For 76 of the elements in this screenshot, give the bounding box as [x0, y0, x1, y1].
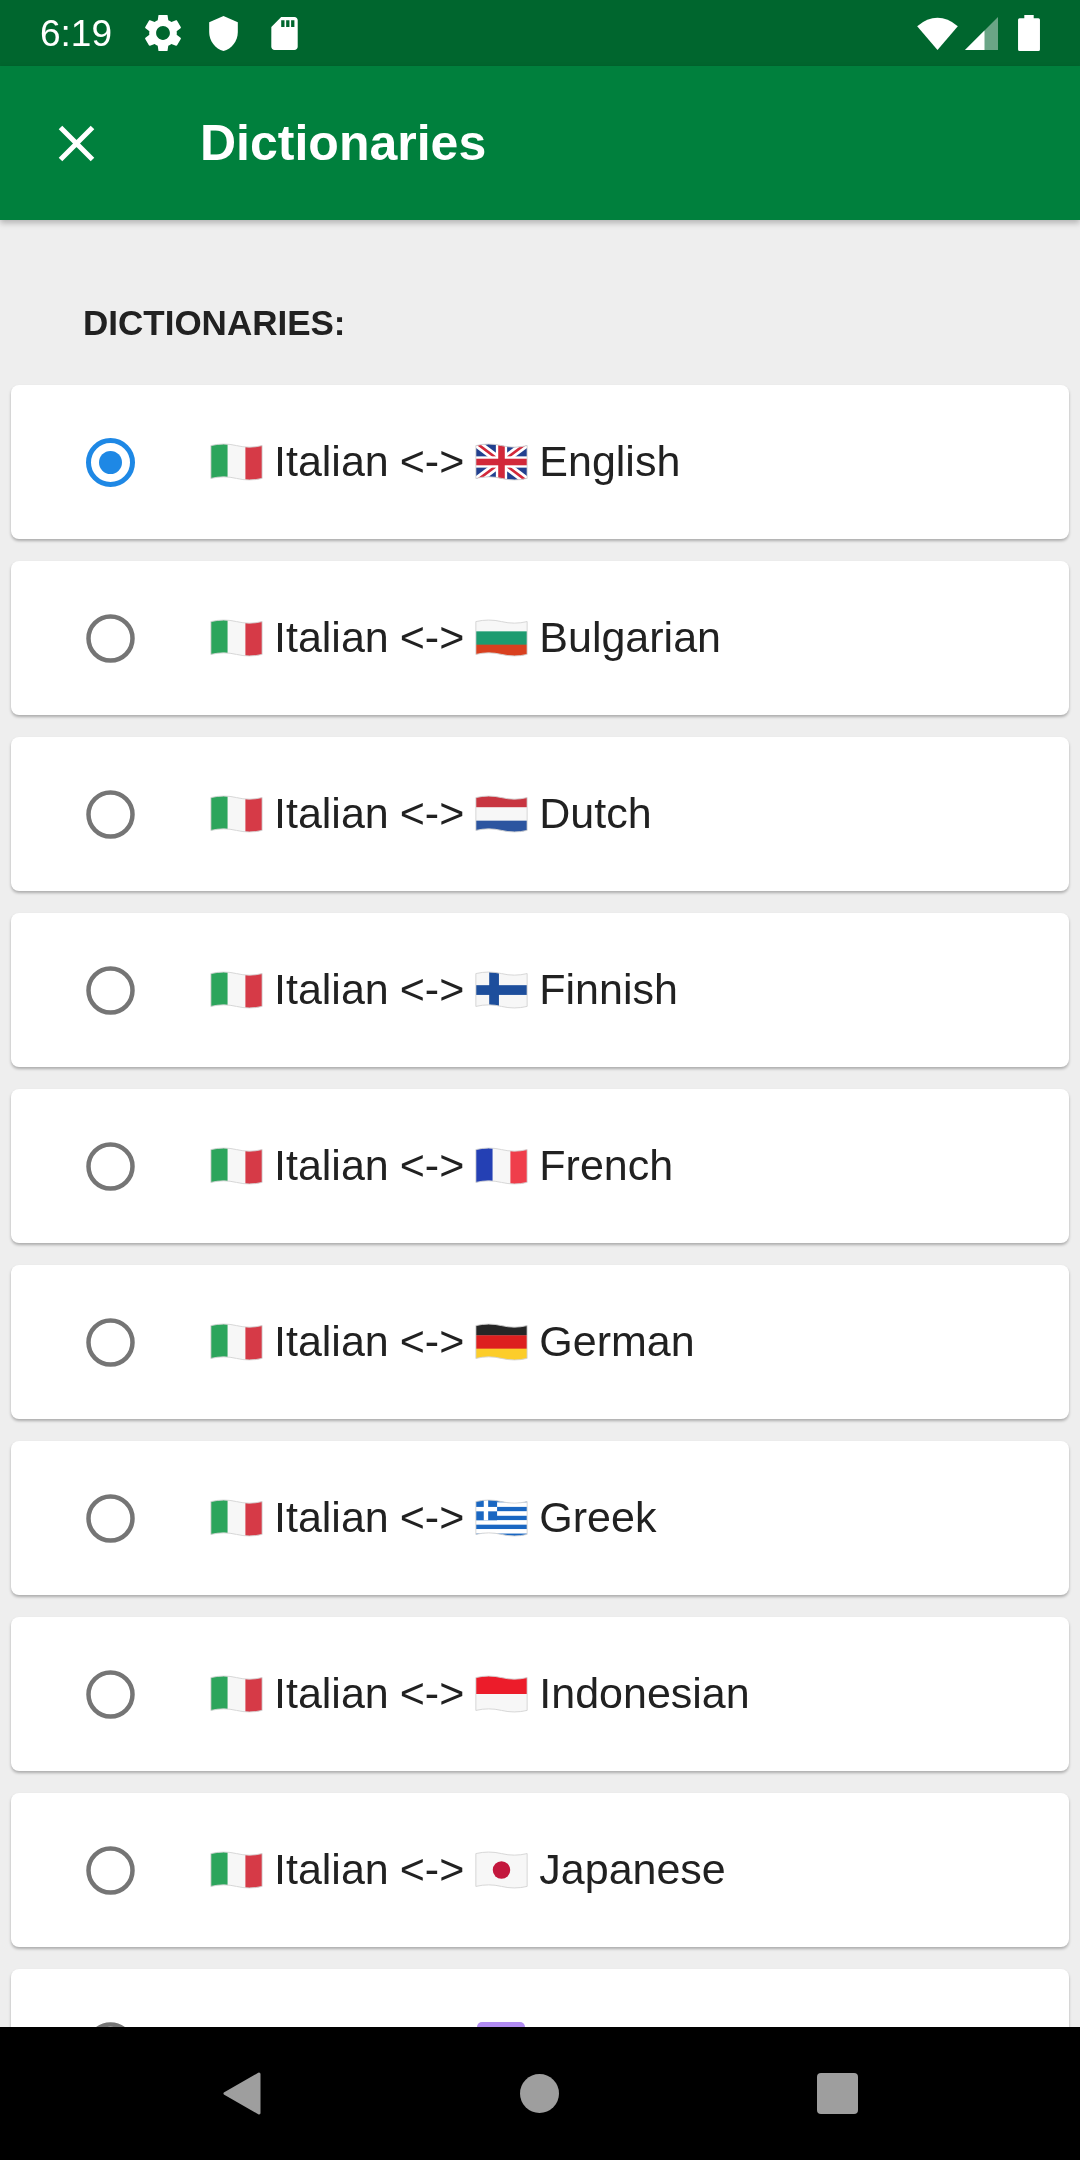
- italy-flag-icon: [210, 970, 263, 1010]
- radio-button[interactable]: [85, 436, 136, 488]
- netherlands-flag-icon: [475, 794, 529, 834]
- germany-flag-icon: [475, 1322, 529, 1362]
- dictionary-list-item[interactable]: Italian <-> Finnish: [11, 913, 1069, 1067]
- target-language-text: Bulgarian: [539, 613, 721, 663]
- italy-flag-icon: [210, 1146, 263, 1186]
- dictionary-list-item[interactable]: Italian <-> Greek: [11, 1441, 1069, 1595]
- arrow-text: <->: [399, 437, 465, 487]
- source-language-text: Italian: [274, 1493, 389, 1543]
- battery-icon: [1018, 15, 1040, 51]
- radio-button[interactable]: [85, 1140, 136, 1192]
- signal-icon: [964, 16, 999, 50]
- arrow-text: <->: [399, 965, 465, 1015]
- arrow-text: <->: [399, 1845, 465, 1895]
- dictionary-list-item[interactable]: Italian <-> Dutch: [11, 737, 1069, 891]
- target-language-text: Japanese: [539, 1845, 726, 1895]
- arrow-text: <->: [399, 613, 465, 663]
- screen-title: Dictionaries: [200, 118, 487, 168]
- finland-flag-icon: [475, 970, 529, 1010]
- italy-flag-icon: [210, 1674, 263, 1714]
- dictionary-list-item[interactable]: Italian <-> Indonesian: [11, 1617, 1069, 1771]
- radio-button[interactable]: [85, 1668, 136, 1720]
- target-language-text: Finnish: [539, 965, 678, 1015]
- radio-button[interactable]: [85, 1316, 136, 1368]
- target-language-text: English: [539, 437, 681, 487]
- indonesia-flag-icon: [475, 1674, 529, 1714]
- italy-flag-icon: [210, 1850, 263, 1890]
- italy-flag-icon: [210, 618, 263, 658]
- settings-icon: [145, 15, 181, 51]
- dictionary-list-item[interactable]: Italian <-> German: [11, 1265, 1069, 1419]
- france-flag-icon: [475, 1146, 529, 1186]
- source-language-text: Italian: [274, 613, 389, 663]
- source-language-text: Italian: [274, 1317, 389, 1367]
- arrow-text: <->: [399, 1493, 465, 1543]
- arrow-text: <->: [399, 1317, 465, 1367]
- source-language-text: Italian: [274, 1845, 389, 1895]
- section-header: DICTIONARIES:: [83, 302, 346, 344]
- radio-button[interactable]: [85, 788, 136, 840]
- wifi-icon: [916, 16, 959, 50]
- japan-flag-icon: [475, 1850, 529, 1890]
- italy-flag-icon: [210, 442, 263, 482]
- source-language-text: Italian: [274, 1669, 389, 1719]
- home-icon[interactable]: [520, 2074, 559, 2113]
- bulgaria-flag-icon: [475, 618, 529, 658]
- arrow-text: <->: [399, 1141, 465, 1191]
- clock-text: 6:19: [40, 14, 112, 52]
- radio-button[interactable]: [85, 964, 136, 1016]
- sd-card-icon: [270, 16, 299, 50]
- source-language-text: Italian: [274, 965, 389, 1015]
- arrow-text: <->: [399, 1669, 465, 1719]
- italy-flag-icon: [210, 1322, 263, 1362]
- shield-icon: [208, 15, 239, 51]
- source-language-text: Italian: [274, 789, 389, 839]
- dictionary-list-item[interactable]: Italian <-> Japanese: [11, 1793, 1069, 1947]
- italy-flag-icon: [210, 794, 263, 834]
- arrow-text: <->: [399, 789, 465, 839]
- dictionary-list-item[interactable]: Italian <-> French: [11, 1089, 1069, 1243]
- radio-button[interactable]: [85, 1844, 136, 1896]
- italy-flag-icon: [210, 1498, 263, 1538]
- back-icon[interactable]: [222, 2071, 262, 2116]
- dictionary-list-item[interactable]: Italian <-> English: [11, 385, 1069, 539]
- source-language-text: Italian: [274, 1141, 389, 1191]
- close-icon: [57, 123, 96, 163]
- target-language-text: Indonesian: [539, 1669, 750, 1719]
- target-language-text: Greek: [539, 1493, 657, 1543]
- target-language-text: Dutch: [539, 789, 652, 839]
- uk-flag-icon: [475, 442, 529, 482]
- target-language-text: German: [539, 1317, 695, 1367]
- close-button[interactable]: [57, 123, 96, 163]
- target-language-text: French: [539, 1141, 674, 1191]
- dictionary-list-item[interactable]: Italian <-> Bulgarian: [11, 561, 1069, 715]
- greece-flag-icon: [475, 1498, 529, 1538]
- source-language-text: Italian: [274, 437, 389, 487]
- radio-button[interactable]: [85, 612, 136, 664]
- radio-button[interactable]: [85, 1492, 136, 1544]
